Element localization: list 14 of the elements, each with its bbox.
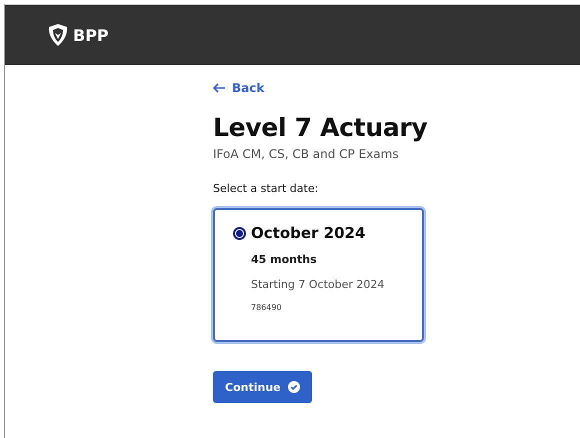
arrow-left-icon [213,83,226,93]
option-title: October 2024 [251,224,366,242]
back-link[interactable]: Back [213,81,264,95]
radio-button[interactable] [233,226,246,240]
duration: 45 months [251,253,317,266]
subtitle: IFoA CM, CS, CB and CP Exams [213,147,399,161]
brand-name: BPP [73,26,109,44]
start-date-option[interactable]: October 2024 45 months Starting 7 October 2024 786490 [213,208,424,342]
check-circle-icon [288,381,300,393]
continue-button[interactable]: Continue [213,371,312,403]
start-date: Starting 7 October 2024 [251,278,384,291]
start-date-prompt: Select a start date: [213,182,318,195]
course-code: 786490 [251,303,282,312]
page-title: Level 7 Actuary [213,113,428,142]
